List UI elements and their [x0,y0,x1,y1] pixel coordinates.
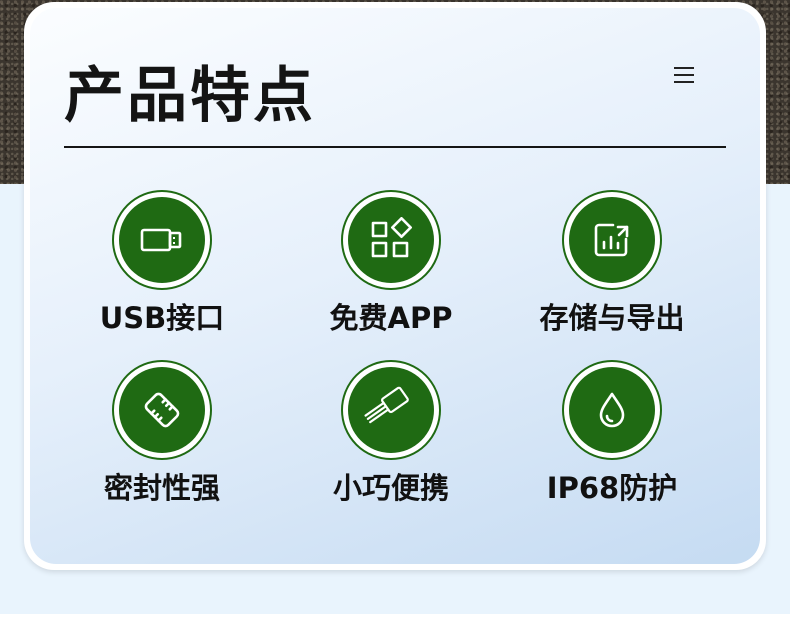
usb-drive-icon [140,228,182,252]
water-drop-icon [599,392,625,428]
feature-portable-label: 小巧便携 [332,471,449,505]
menu-icon[interactable] [664,62,704,88]
page-title: 产品特点 [64,61,316,131]
feature-app: 免费APP [281,190,501,338]
feature-portable: 小巧便携 [281,360,501,508]
feature-seal-label: 密封性强 [103,471,220,505]
feature-portable-badge [341,360,441,460]
feature-usb-label: USB接口 [99,301,225,335]
feature-usb-badge [112,190,212,290]
feature-usb: USB接口 [52,190,272,338]
feature-app-label: 免费APP [329,301,453,335]
feature-storage-label: 存储与导出 [539,301,685,335]
feature-seal-badge [112,360,212,460]
feature-app-badge [341,190,441,290]
probe-sensor-icon [364,386,409,424]
feature-seal: 密封性强 [52,360,272,508]
app-grid-icon [371,217,412,258]
export-chart-icon [594,223,629,257]
feature-ip68: IP68防护 [502,360,722,508]
bottom-strip [0,614,790,624]
title-divider [64,146,726,148]
feature-ip68-label: IP68防护 [546,471,678,505]
seal-capsule-icon [144,392,180,428]
feature-storage-badge [562,190,662,290]
feature-storage: 存储与导出 [502,190,722,338]
feature-ip68-badge [562,360,662,460]
